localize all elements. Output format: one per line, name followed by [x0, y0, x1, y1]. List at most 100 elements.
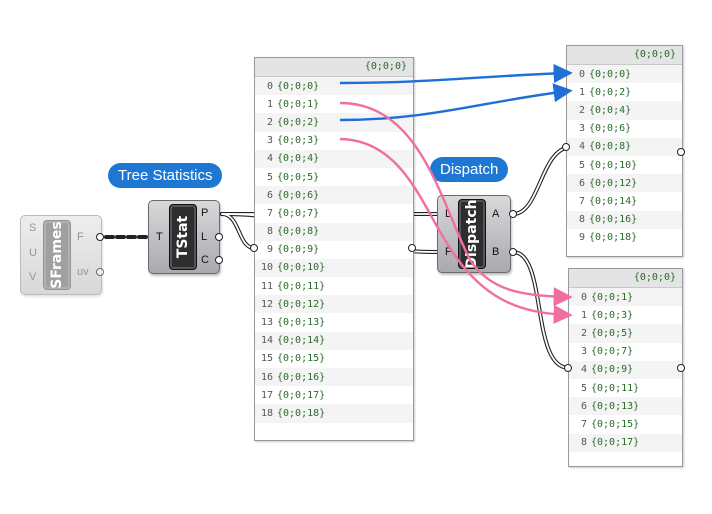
dispatch-b-grip[interactable] [509, 248, 517, 256]
row-index: 5 [578, 159, 585, 171]
row-value: {0;0;12} [277, 298, 326, 310]
main-panel[interactable]: {0;0;0} 0 {0;0;0} 1 {0;0;1} 2 {0;0;2} 3 {0;0;3}… [254, 57, 414, 441]
row-index: 1 [266, 98, 273, 110]
tree-statistics-label: Tree Statistics [108, 163, 223, 188]
row-value: {0;0;14} [589, 195, 638, 207]
panel-row: 1 {0;0;1} [255, 95, 413, 113]
row-index: 1 [578, 86, 585, 98]
panel-row: 4 {0;0;8} [567, 137, 682, 156]
row-value: {0;0;13} [277, 317, 326, 329]
panel-row: 2 {0;0;4} [567, 101, 682, 120]
row-index: 14 [260, 335, 273, 347]
panel-row: 2 {0;0;5} [569, 324, 682, 343]
row-index: 2 [580, 327, 587, 339]
row-index: 7 [266, 207, 273, 219]
panel-a-output-grip[interactable] [677, 148, 685, 156]
output-b: B [492, 246, 500, 258]
row-value: {0;0;2} [589, 86, 632, 98]
sframes-component[interactable]: S U V SFrames F uv [20, 215, 102, 295]
row-index: 8 [578, 214, 585, 226]
row-value: {0;0;4} [277, 153, 320, 165]
dispatch-a-grip[interactable] [509, 210, 517, 218]
row-index: 10 [260, 262, 273, 274]
row-value: {0;0;15} [277, 353, 326, 365]
sframes-core: SFrames [43, 220, 71, 290]
row-value: {0;0;6} [277, 189, 320, 201]
panel-row: 3 {0;0;7} [569, 343, 682, 361]
panel-b-output-grip[interactable] [677, 364, 685, 372]
panel-b[interactable]: {0;0;0} 0 {0;0;1} 1 {0;0;3} 2 {0;0;5} 3 {0;0;7}… [568, 268, 683, 467]
panel-row: 5 {0;0;5} [255, 168, 413, 186]
sframes-f-grip[interactable] [96, 233, 104, 241]
row-index: 2 [578, 104, 585, 116]
panel-row: 3 {0;0;3} [255, 132, 413, 150]
main-panel-input-grip[interactable] [250, 244, 258, 252]
row-index: 6 [580, 400, 587, 412]
input-v: V [29, 271, 37, 283]
tstat-name: TStat [175, 215, 191, 259]
output-f: F [77, 231, 84, 243]
row-value: {0;0;3} [277, 135, 320, 147]
panel-row: 14 {0;0;14} [255, 331, 413, 350]
row-value: {0;0;1} [591, 291, 634, 303]
row-index: 17 [260, 389, 273, 401]
row-value: {0;0;15} [591, 418, 640, 430]
panel-row: 6 {0;0;13} [569, 397, 682, 416]
row-value: {0;0;0} [277, 80, 320, 92]
tstat-component[interactable]: T TStat P L C [148, 200, 220, 274]
panel-row: 18 {0;0;18} [255, 404, 413, 423]
panel-a-input-grip[interactable] [562, 143, 570, 151]
panel-row: 6 {0;0;6} [255, 186, 413, 205]
panel-row: 0 {0;0;0} [567, 65, 682, 84]
main-panel-output-grip[interactable] [408, 244, 416, 252]
row-value: {0;0;7} [591, 346, 634, 358]
row-index: 4 [578, 141, 585, 153]
panel-row: 1 {0;0;2} [567, 83, 682, 101]
panel-a[interactable]: {0;0;0} 0 {0;0;0} 1 {0;0;2} 2 {0;0;4} 3 {0;0;6}… [566, 45, 683, 257]
row-index: 3 [578, 123, 585, 135]
panel-a-rows: 0 {0;0;0} 1 {0;0;2} 2 {0;0;4} 3 {0;0;6} 4 {0;0;8}… [567, 65, 682, 247]
row-index: 8 [580, 437, 587, 449]
main-panel-header: {0;0;0} [255, 58, 413, 77]
row-value: {0;0;6} [589, 123, 632, 135]
row-value: {0;0;7} [277, 207, 320, 219]
row-index: 6 [266, 189, 273, 201]
panel-row: 2 {0;0;2} [255, 113, 413, 132]
sframes-name: SFrames [49, 221, 65, 289]
row-value: {0;0;5} [591, 327, 634, 339]
row-value: {0;0;8} [277, 226, 320, 238]
row-value: {0;0;9} [277, 244, 320, 256]
panel-row: 3 {0;0;6} [567, 120, 682, 138]
panel-row: 8 {0;0;16} [567, 210, 682, 229]
row-index: 18 [260, 407, 273, 419]
row-index: 0 [580, 291, 587, 303]
row-index: 7 [578, 195, 585, 207]
row-value: {0;0;1} [277, 98, 320, 110]
row-value: {0;0;9} [591, 364, 634, 376]
wire-tstat-panel [220, 212, 256, 250]
panel-row: 1 {0;0;3} [569, 306, 682, 324]
dispatch-name: Dispatch [464, 199, 480, 269]
row-value: {0;0;17} [277, 389, 326, 401]
row-value: {0;0;18} [589, 232, 638, 244]
panel-row: 9 {0;0;9} [255, 241, 413, 259]
tstat-l-grip[interactable] [215, 233, 223, 241]
row-value: {0;0;16} [589, 214, 638, 226]
input-t: T [156, 231, 163, 243]
panel-b-input-grip[interactable] [564, 364, 572, 372]
panel-row: 9 {0;0;18} [567, 229, 682, 247]
row-index: 11 [260, 280, 273, 292]
row-index: 3 [266, 135, 273, 147]
panel-row: 5 {0;0;10} [567, 156, 682, 174]
row-index: 12 [260, 298, 273, 310]
row-value: {0;0;13} [591, 400, 640, 412]
panel-b-header: {0;0;0} [569, 269, 682, 288]
tstat-c-grip[interactable] [215, 256, 223, 264]
panel-row: 0 {0;0;1} [569, 288, 682, 307]
sframes-uv-grip[interactable] [96, 268, 104, 276]
panel-b-rows: 0 {0;0;1} 1 {0;0;3} 2 {0;0;5} 3 {0;0;7} 4 {0;0;9}… [569, 288, 682, 452]
output-a: A [492, 208, 500, 220]
panel-row: 16 {0;0;16} [255, 368, 413, 387]
dispatch-component[interactable]: L P Dispatch A B [437, 195, 511, 273]
row-value: {0;0;11} [591, 382, 640, 394]
